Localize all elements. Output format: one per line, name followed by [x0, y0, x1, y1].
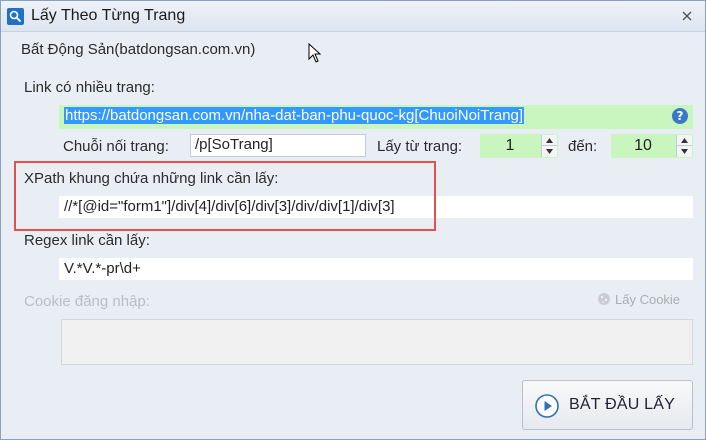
page-to-arrows: [676, 135, 692, 157]
link-value: https://batdongsan.com.vn/nha-dat-ban-ph…: [64, 107, 525, 124]
site-name: Bất Động Sản(batdongsan.com.vn): [21, 41, 256, 58]
spin-down-icon[interactable]: [542, 146, 557, 157]
close-icon[interactable]: [679, 8, 695, 24]
cookie-label: Cookie đăng nhập:: [24, 293, 150, 310]
start-button-label: BẮT ĐẦU LẤY: [569, 396, 675, 413]
link-input[interactable]: https://batdongsan.com.vn/nha-dat-ban-ph…: [59, 105, 693, 129]
page-from-stepper[interactable]: 1: [480, 134, 558, 158]
page-string-value: /p[SoTrang]: [195, 136, 273, 153]
dialog-window: Lấy Theo Từng Trang Bất Động Sản(batdong…: [0, 0, 706, 440]
page-to-stepper[interactable]: 10: [611, 134, 693, 158]
get-cookie-label: Lấy Cookie: [615, 292, 681, 307]
link-label: Link có nhiều trang:: [24, 79, 155, 96]
regex-label: Regex link cần lấy:: [24, 232, 150, 249]
spin-up-icon[interactable]: [542, 135, 557, 146]
spin-down-icon[interactable]: [677, 146, 692, 157]
get-cookie-button[interactable]: Lấy Cookie: [597, 292, 680, 312]
window-title: Lấy Theo Từng Trang: [31, 7, 186, 24]
start-button[interactable]: BẮT ĐẦU LẤY: [522, 380, 693, 430]
page-string-input[interactable]: /p[SoTrang]: [190, 134, 366, 157]
app-icon: [7, 8, 24, 25]
play-icon: [535, 394, 559, 418]
title-bar[interactable]: Lấy Theo Từng Trang: [1, 1, 705, 32]
page-from-arrows: [541, 135, 557, 157]
spin-up-icon[interactable]: [677, 135, 692, 146]
page-to-label: đến:: [568, 138, 598, 155]
page-to-value: 10: [634, 137, 652, 154]
cookie-icon: [597, 292, 611, 306]
regex-value: V.*V.*-pr\d+: [64, 260, 141, 277]
page-from-label: Lấy từ trang:: [377, 138, 463, 155]
page-string-label: Chuỗi nối trang:: [63, 138, 169, 155]
mouse-cursor-icon: [308, 42, 322, 66]
help-icon[interactable]: ?: [672, 108, 688, 124]
cookie-textarea[interactable]: [61, 319, 693, 365]
xpath-highlight: [14, 161, 436, 231]
regex-input[interactable]: V.*V.*-pr\d+: [59, 258, 693, 280]
page-from-value: 1: [505, 137, 515, 154]
